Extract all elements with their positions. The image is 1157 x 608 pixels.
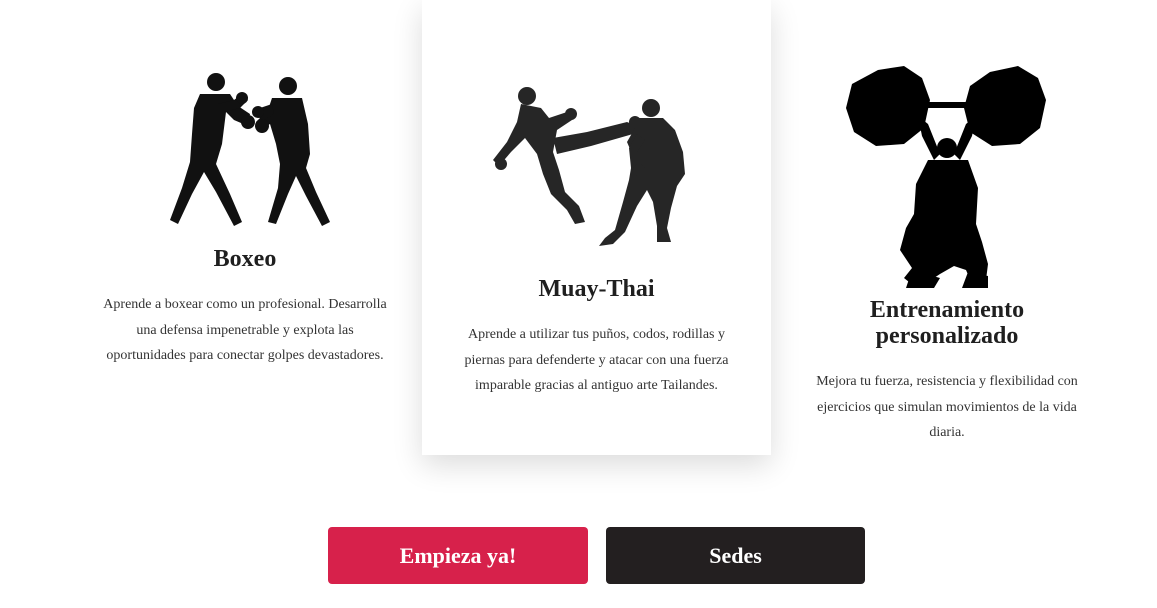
sedes-button[interactable]: Sedes [606, 527, 865, 584]
service-card-muay-thai: Muay-Thai Aprende a utilizar tus puños, … [422, 0, 771, 455]
service-card-boxeo: Boxeo Aprende a boxear como un profesion… [92, 64, 398, 369]
empieza-ya-button[interactable]: Empieza ya! [328, 527, 588, 584]
boxing-silhouette-icon [170, 73, 330, 226]
card-title-muay-thai: Muay-Thai [538, 276, 655, 302]
card-title-boxeo: Boxeo [213, 246, 277, 272]
card-text-entrenamiento: Mejora tu fuerza, resistencia y flexibil… [816, 374, 1078, 440]
weightlifting-silhouette-icon [846, 66, 1046, 288]
muay-thai-silhouette-icon [492, 87, 685, 246]
service-card-entrenamiento: Entrenamiento personalizado Mejora tu fu… [796, 64, 1098, 446]
card-title-entrenamiento: Entrenamiento personalizado [869, 297, 1025, 349]
card-text-boxeo: Aprende a boxear como un profesional. De… [103, 297, 387, 363]
services-section: Boxeo Aprende a boxear como un profesion… [0, 0, 1157, 608]
card-text-muay-thai: Aprende a utilizar tus puños, codos, rod… [464, 327, 729, 393]
